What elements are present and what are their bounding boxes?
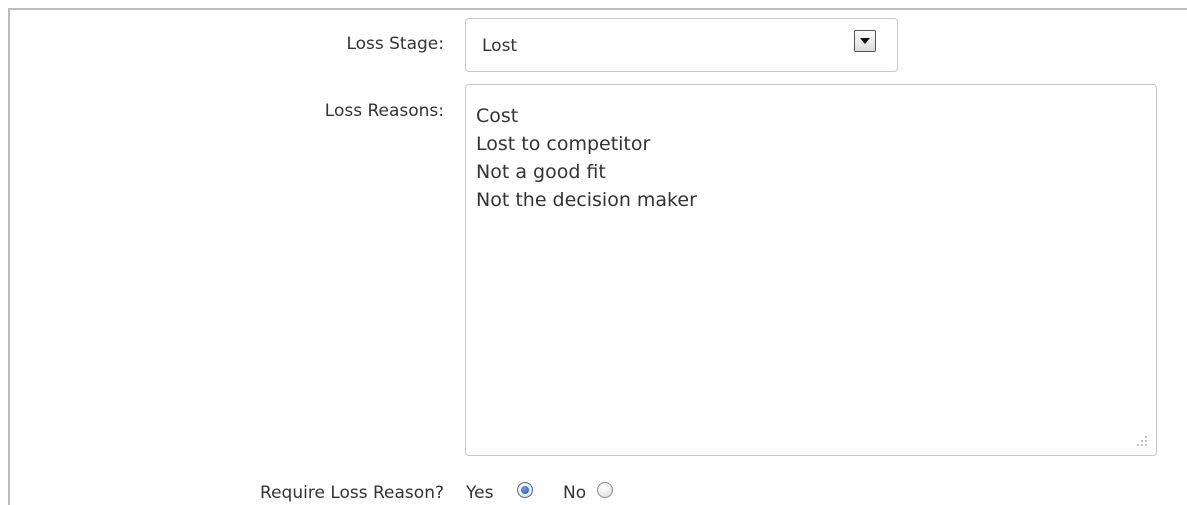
yes-option-label: Yes: [466, 483, 494, 503]
yes-radio-button[interactable]: [517, 482, 533, 498]
loss-reasons-textarea[interactable]: Cost Lost to competitor Not a good fit N…: [465, 84, 1157, 456]
loss-reason-item: Lost to competitor: [476, 133, 651, 155]
require-loss-reason-label: Require Loss Reason?: [260, 483, 444, 503]
loss-stage-value: Lost: [482, 36, 518, 56]
resize-grip-icon[interactable]: [1136, 435, 1148, 447]
dropdown-button[interactable]: [854, 30, 876, 52]
chevron-down-icon: [860, 38, 870, 44]
loss-reason-item: Not a good fit: [476, 161, 606, 183]
no-radio-button[interactable]: [597, 482, 613, 498]
loss-reasons-label: Loss Reasons:: [324, 101, 444, 121]
loss-stage-select[interactable]: Lost: [465, 18, 898, 72]
loss-stage-label: Loss Stage:: [346, 34, 444, 54]
loss-reason-item: Not the decision maker: [476, 189, 697, 211]
loss-reason-item: Cost: [476, 105, 519, 127]
no-option-label: No: [563, 483, 587, 503]
